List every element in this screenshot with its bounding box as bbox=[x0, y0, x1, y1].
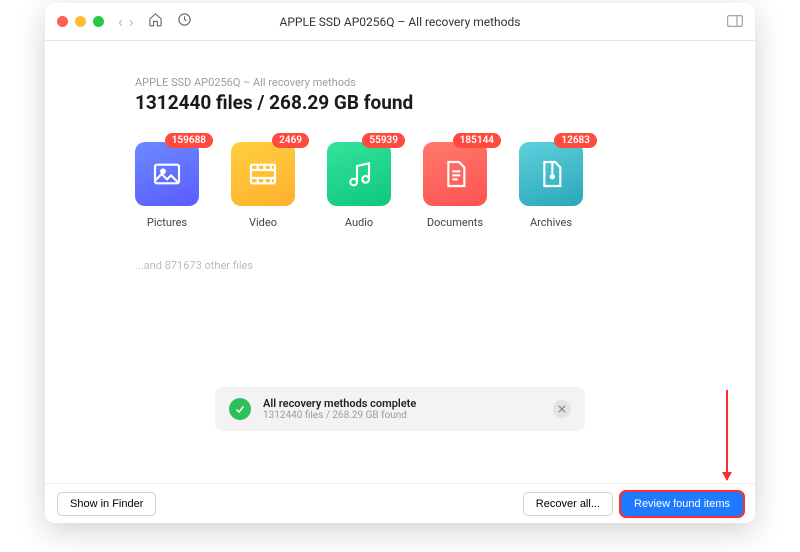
status-line-2: 1312440 files / 268.29 GB found bbox=[263, 410, 416, 421]
dismiss-status-button[interactable] bbox=[553, 400, 571, 418]
recover-all-button[interactable]: Recover all... bbox=[523, 492, 613, 516]
documents-icon bbox=[439, 158, 471, 190]
footer: Show in Finder Recover all... Review fou… bbox=[45, 483, 755, 523]
status-bar: All recovery methods complete 1312440 fi… bbox=[215, 387, 585, 431]
documents-tile: 185144 bbox=[423, 142, 487, 206]
minimize-window-button[interactable] bbox=[75, 16, 86, 27]
page-title: 1312440 files / 268.29 GB found bbox=[135, 91, 665, 114]
category-label: Documents bbox=[427, 216, 483, 229]
forward-button[interactable]: › bbox=[129, 14, 134, 30]
pictures-icon bbox=[151, 158, 183, 190]
other-files-text: ...and 871673 other files bbox=[135, 259, 665, 272]
audio-tile: 55939 bbox=[327, 142, 391, 206]
zoom-window-button[interactable] bbox=[93, 16, 104, 27]
archives-tile: 12683 bbox=[519, 142, 583, 206]
badge-count: 55939 bbox=[362, 133, 405, 148]
close-window-button[interactable] bbox=[57, 16, 68, 27]
category-tile-audio[interactable]: 55939 Audio bbox=[327, 142, 391, 229]
category-label: Audio bbox=[345, 216, 373, 229]
category-tile-pictures[interactable]: 159688 Pictures bbox=[135, 142, 199, 229]
audio-icon bbox=[343, 158, 375, 190]
app-window: ‹ › APPLE SSD AP0256Q – All recovery met… bbox=[45, 3, 755, 523]
window-controls bbox=[57, 16, 104, 27]
archives-icon bbox=[535, 158, 567, 190]
annotation-arrow bbox=[726, 390, 728, 480]
status-line-1: All recovery methods complete bbox=[263, 397, 416, 410]
show-in-finder-button[interactable]: Show in Finder bbox=[57, 492, 156, 516]
category-row: 159688 Pictures 2469 Video 55939 Audio bbox=[135, 142, 665, 229]
badge-count: 12683 bbox=[554, 133, 597, 148]
badge-count: 159688 bbox=[165, 133, 213, 148]
category-tile-archives[interactable]: 12683 Archives bbox=[519, 142, 583, 229]
back-button[interactable]: ‹ bbox=[118, 14, 123, 30]
breadcrumb: APPLE SSD AP0256Q – All recovery methods bbox=[135, 76, 665, 89]
home-icon[interactable] bbox=[148, 12, 163, 31]
category-tile-documents[interactable]: 185144 Documents bbox=[423, 142, 487, 229]
category-label: Archives bbox=[530, 216, 572, 229]
badge-count: 2469 bbox=[272, 133, 309, 148]
category-tile-video[interactable]: 2469 Video bbox=[231, 142, 295, 229]
recent-icon[interactable] bbox=[177, 12, 192, 31]
video-tile: 2469 bbox=[231, 142, 295, 206]
category-label: Pictures bbox=[147, 216, 187, 229]
pictures-tile: 159688 bbox=[135, 142, 199, 206]
category-label: Video bbox=[249, 216, 277, 229]
toolbar-icons bbox=[148, 12, 192, 31]
badge-count: 185144 bbox=[453, 133, 501, 148]
nav-arrows: ‹ › bbox=[118, 14, 134, 30]
check-icon bbox=[229, 398, 251, 420]
review-found-items-button[interactable]: Review found items bbox=[621, 492, 743, 516]
sidebar-toggle-icon[interactable] bbox=[727, 12, 743, 31]
content-area: APPLE SSD AP0256Q – All recovery methods… bbox=[45, 41, 755, 483]
titlebar: ‹ › APPLE SSD AP0256Q – All recovery met… bbox=[45, 3, 755, 41]
video-icon bbox=[247, 158, 279, 190]
status-text: All recovery methods complete 1312440 fi… bbox=[263, 397, 416, 421]
